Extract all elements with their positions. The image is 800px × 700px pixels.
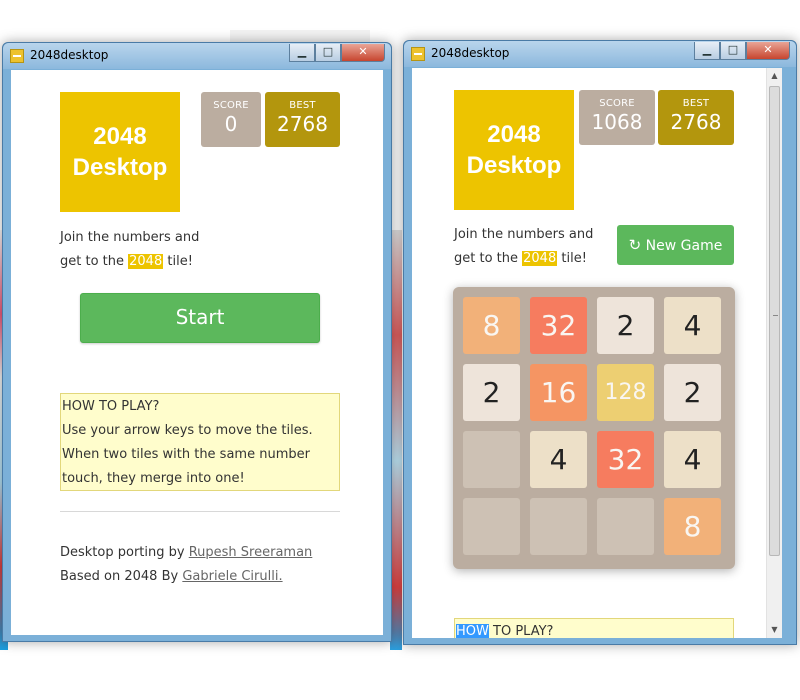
- start-button[interactable]: Start: [80, 293, 320, 343]
- best-value: 2768: [670, 110, 722, 134]
- tile-4: 4: [664, 297, 721, 354]
- new-game-label: New Game: [645, 238, 723, 254]
- scroll-thumb[interactable]: [769, 86, 780, 556]
- intro-highlight-2048: 2048: [128, 254, 164, 269]
- tile-8: 8: [664, 498, 721, 555]
- app-icon: [10, 49, 24, 63]
- intro-text: Join the numbers and get to the 2048 til…: [454, 223, 614, 271]
- tile-2: 2: [664, 364, 721, 421]
- window-title: 2048desktop: [30, 48, 109, 62]
- minimize-button[interactable]: ▁: [694, 42, 720, 60]
- score-label: SCORE: [599, 98, 635, 109]
- vertical-scrollbar[interactable]: ▲ ▼: [766, 68, 782, 638]
- how-to-play-box: HOW TO PLAY? Use your arrow keys to move…: [60, 393, 340, 491]
- maximize-button[interactable]: □: [720, 42, 746, 60]
- intro-text: Join the numbers and get to the 2048 til…: [60, 226, 260, 274]
- game-board[interactable]: 8 32 2 4 2 16 128 2 4 32 4 8: [453, 287, 735, 569]
- intro-highlight-2048: 2048: [522, 251, 558, 266]
- intro-suffix: tile!: [561, 251, 587, 266]
- tile-4: 4: [664, 431, 721, 488]
- window-title: 2048desktop: [431, 46, 510, 60]
- intro-line-1: Join the numbers and: [60, 230, 200, 245]
- maximize-button[interactable]: □: [315, 44, 341, 62]
- footer-credits: Desktop porting by Rupesh Sreeraman Base…: [60, 541, 360, 589]
- tile-4: 4: [530, 431, 587, 488]
- intro-line-1: Join the numbers and: [454, 227, 594, 242]
- howto-line-3: touch, they merge into one!: [62, 471, 245, 486]
- titlebar[interactable]: 2048desktop ▁ □ ✕: [404, 41, 796, 67]
- desktop-wallpaper-top: [230, 30, 370, 42]
- how-to-play-box: HOW TO PLAY?: [454, 618, 734, 638]
- tile-16: 16: [530, 364, 587, 421]
- refresh-icon: ↻: [628, 236, 642, 254]
- tile-2: 2: [463, 364, 520, 421]
- based-prefix: Based on 2048 By: [60, 569, 179, 584]
- best-value: 2768: [277, 112, 328, 136]
- empty-cell: [463, 431, 520, 488]
- game-logo: 2048 Desktop: [60, 92, 180, 212]
- app-content: 2048 Desktop SCORE 1068 BEST 2768 Join t…: [412, 68, 782, 638]
- close-button[interactable]: ✕: [746, 42, 790, 60]
- intro-line-2: get to the 2048 tile!: [60, 250, 260, 274]
- app-content: 2048 Desktop SCORE 0 BEST 2768 Join the …: [11, 70, 383, 635]
- titlebar[interactable]: 2048desktop ▁ □ ✕: [3, 43, 391, 69]
- empty-cell: [530, 498, 587, 555]
- score-label: SCORE: [213, 100, 249, 111]
- porting-author-link[interactable]: Rupesh Sreeraman: [189, 545, 313, 560]
- best-score-box: BEST 2768: [265, 92, 340, 147]
- score-value: 0: [224, 112, 238, 136]
- howto-line-1: Use your arrow keys to move the tiles.: [62, 423, 313, 438]
- new-game-button[interactable]: ↻ New Game: [617, 225, 734, 265]
- tile-32: 32: [597, 431, 654, 488]
- best-label: BEST: [289, 100, 316, 111]
- intro-suffix: tile!: [167, 254, 193, 269]
- intro-prefix: get to the: [454, 251, 518, 266]
- empty-cell: [463, 498, 520, 555]
- tile-2: 2: [597, 297, 654, 354]
- logo-line-2: Desktop: [466, 152, 562, 179]
- logo-line-2: Desktop: [72, 154, 168, 181]
- best-label: BEST: [682, 98, 710, 109]
- howto-heading: HOW TO PLAY?: [62, 399, 160, 414]
- window-start-screen: 2048desktop ▁ □ ✕ 2048 Desktop SCORE 0 B…: [2, 42, 392, 642]
- logo-line-1: 2048: [487, 121, 541, 148]
- scroll-down-button[interactable]: ▼: [767, 622, 782, 638]
- divider: [60, 511, 340, 512]
- porting-prefix: Desktop porting by: [60, 545, 185, 560]
- minimize-button[interactable]: ▁: [289, 44, 315, 62]
- original-author-link[interactable]: Gabriele Cirulli.: [182, 569, 282, 584]
- empty-cell: [597, 498, 654, 555]
- app-icon: [411, 47, 425, 61]
- score-box: SCORE 0: [201, 92, 261, 147]
- tile-32: 32: [530, 297, 587, 354]
- tile-128: 128: [597, 364, 654, 421]
- intro-prefix: get to the: [60, 254, 124, 269]
- logo-line-1: 2048: [93, 123, 147, 150]
- game-logo: 2048 Desktop: [454, 90, 574, 210]
- best-score-box: BEST 2768: [658, 90, 734, 145]
- scroll-grip: [773, 315, 778, 316]
- howto-heading-rest: TO PLAY?: [493, 624, 554, 638]
- tile-8: 8: [463, 297, 520, 354]
- score-box: SCORE 1068: [579, 90, 655, 145]
- original-credit: Based on 2048 By Gabriele Cirulli.: [60, 565, 360, 589]
- score-value: 1068: [591, 110, 643, 134]
- howto-selected-text: HOW: [456, 624, 489, 638]
- scroll-up-button[interactable]: ▲: [767, 68, 782, 84]
- intro-line-2: get to the 2048 tile!: [454, 247, 614, 271]
- howto-line-2: When two tiles with the same number: [62, 447, 310, 462]
- porting-credit: Desktop porting by Rupesh Sreeraman: [60, 541, 360, 565]
- window-game-screen: 2048desktop ▁ □ ✕ 2048 Desktop SCORE 106…: [403, 40, 797, 645]
- close-button[interactable]: ✕: [341, 44, 385, 62]
